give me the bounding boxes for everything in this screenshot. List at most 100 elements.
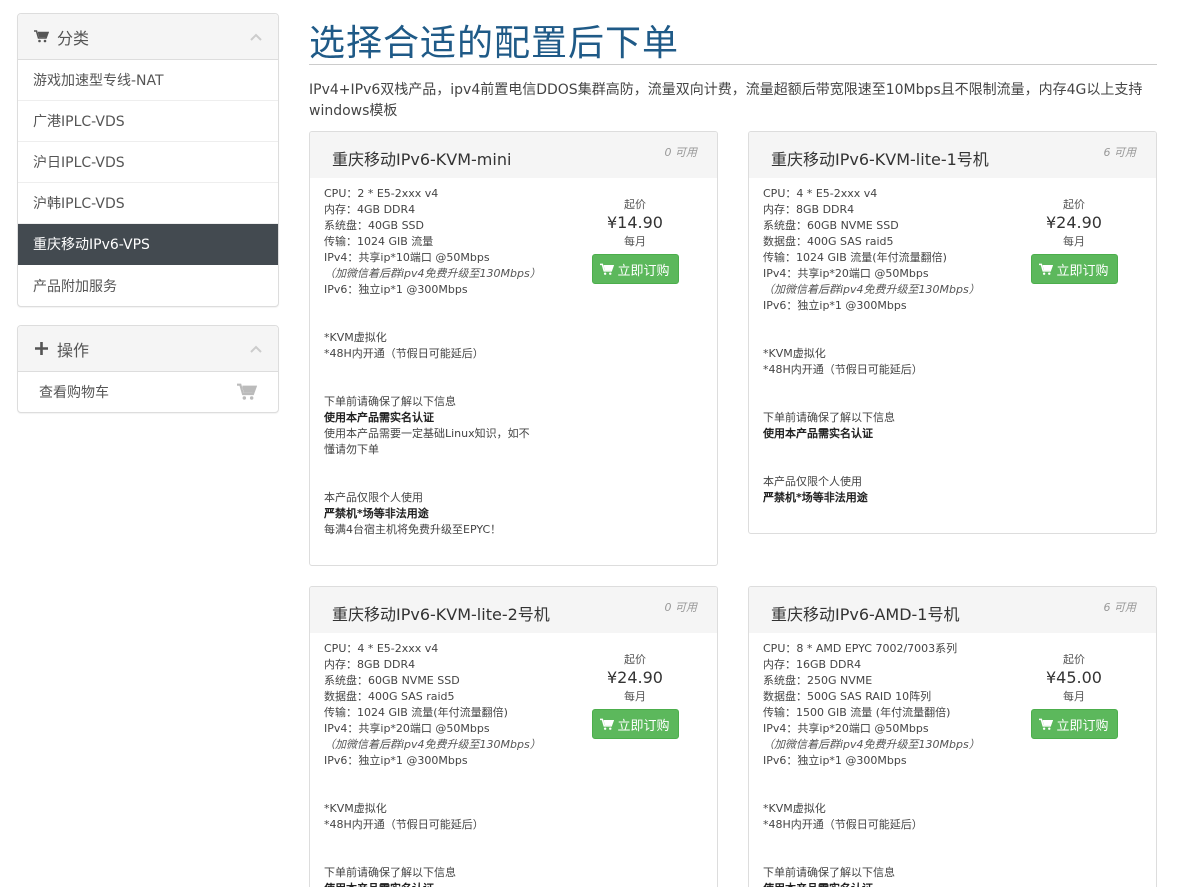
product-description: CPU：4 * E5-2xxx v4 内存：8GB DDR4 系统盘：60GB NV… <box>763 186 1003 506</box>
sidebar-item[interactable]: 广港IPLC-VDS <box>18 101 278 142</box>
spec-line: 使用本产品需要一定基础Linux知识，如不 <box>324 427 530 440</box>
spec-line: 内存：16GB DDR4 <box>763 658 862 671</box>
view-cart-link[interactable]: 查看购物车 <box>18 372 278 412</box>
spec-line: 使用本产品需实名认证 <box>763 881 1003 887</box>
spec-line: *KVM虚拟化 <box>324 331 387 344</box>
categories-panel-heading[interactable]: 分类 <box>18 14 278 60</box>
sidebar-item[interactable]: 重庆移动IPv6-VPS <box>18 224 278 265</box>
billing-cycle: 每月 <box>624 235 646 248</box>
spec-line: IPv4：共享ip*20端口 @50Mbps <box>763 722 929 735</box>
price-box: 起价 ¥14.90 每月 立即订购 <box>591 198 679 284</box>
spec-line: （加微信着后群ipv4免费升级至130Mbps） <box>324 738 541 751</box>
spec-line: 内存：8GB DDR4 <box>324 658 416 671</box>
product-name: 重庆移动IPv6-KVM-lite-2号机 <box>332 605 550 624</box>
product-name: 重庆移动IPv6-KVM-mini <box>332 150 512 169</box>
actions-panel: 操作 查看购物车 <box>17 325 279 413</box>
order-now-label: 立即订购 <box>617 718 670 734</box>
product-body: CPU：4 * E5-2xxx v4 内存：8GB DDR4 系统盘：60GB NV… <box>749 178 1156 520</box>
price-value: ¥24.90 <box>1046 213 1102 232</box>
product-header: 重庆移动IPv6-AMD-1号机 6 可用 <box>749 587 1156 633</box>
category-list: 游戏加速型专线-NAT 广港IPLC-VDS 沪日IPLC-VDS 沪韩IPLC-VD… <box>18 60 278 306</box>
spec-line: CPU：8 * AMD EPYC 7002/7003系列 <box>763 642 958 655</box>
spec-line: *KVM虚拟化 <box>763 347 826 360</box>
categories-title: 分类 <box>57 28 90 48</box>
spec-line: 本产品仅限个人使用 <box>763 475 862 488</box>
product-name: 重庆移动IPv6-AMD-1号机 <box>771 605 960 624</box>
spec-line: 传输：1024 GIB 流量(年付流量翻倍) <box>324 706 508 719</box>
cart-icon <box>1039 263 1054 276</box>
price-from-label: 起价 <box>624 653 646 666</box>
price-from-label: 起价 <box>624 198 646 211</box>
chevron-up-icon[interactable] <box>249 342 263 356</box>
sidebar-item[interactable]: 沪韩IPLC-VDS <box>18 183 278 224</box>
price-from-label: 起价 <box>1063 653 1085 666</box>
product-description: CPU：4 * E5-2xxx v4 内存：8GB DDR4 系统盘：60GB NV… <box>324 641 564 887</box>
order-now-button[interactable]: 立即订购 <box>591 709 679 739</box>
chevron-up-icon[interactable] <box>249 30 263 44</box>
product-description: CPU：8 * AMD EPYC 7002/7003系列 内存：16GB DDR4… <box>763 641 1003 887</box>
sidebar-item[interactable]: 产品附加服务 <box>18 265 278 306</box>
spec-line: IPv6：独立ip*1 @300Mbps <box>763 299 907 312</box>
spec-line: 下单前请确保了解以下信息 <box>763 411 895 424</box>
price-box: 起价 ¥24.90 每月立即订购 <box>591 653 679 739</box>
order-now-button[interactable]: 立即订购 <box>591 254 679 284</box>
price-from-label: 起价 <box>1063 198 1085 211</box>
spec-line: （加微信着后群ipv4免费升级至130Mbps） <box>324 267 541 280</box>
spec-line: 本产品仅限个人使用 <box>324 491 423 504</box>
order-now-label: 立即订购 <box>1056 718 1109 734</box>
plus-icon <box>33 341 49 357</box>
spec-line: IPv4：共享ip*20端口 @50Mbps <box>324 722 490 735</box>
billing-cycle: 每月 <box>1063 690 1085 703</box>
spec-line: 传输：1024 GIB 流量(年付流量翻倍) <box>763 251 947 264</box>
spec-line: IPv4：共享ip*20端口 @50Mbps <box>763 267 929 280</box>
product-header: 重庆移动IPv6-KVM-lite-2号机 0 可用 <box>310 587 717 633</box>
actions-panel-heading[interactable]: 操作 <box>18 326 278 372</box>
actions-title: 操作 <box>57 340 90 360</box>
spec-line: 系统盘：250G NVME <box>763 674 873 687</box>
spec-line: 下单前请确保了解以下信息 <box>763 866 895 879</box>
order-now-button[interactable]: 立即订购 <box>1030 254 1118 284</box>
product-body: CPU：2 * E5-2xxx v4 内存：4GB DDR4 系统盘：40GB SS… <box>310 178 717 552</box>
billing-cycle: 每月 <box>1063 235 1085 248</box>
price-value: ¥24.90 <box>607 668 663 687</box>
order-now-label: 立即订购 <box>617 263 670 279</box>
spec-line: 下单前请确保了解以下信息 <box>324 866 456 879</box>
cart-icon <box>600 263 615 276</box>
spec-line: 使用本产品需实名认证 <box>763 427 873 440</box>
spec-line: 传输：1500 GIB 流量 (年付流量翻倍) <box>763 706 951 719</box>
view-cart-label: 查看购物车 <box>39 385 109 401</box>
spec-line: 使用本产品需实名认证 <box>324 411 434 424</box>
spec-line: IPv6：独立ip*1 @300Mbps <box>324 283 468 296</box>
spec-line: 内存：8GB DDR4 <box>763 203 855 216</box>
spec-line: 传输：1024 GIB 流量 <box>324 235 434 248</box>
product-description: CPU：2 * E5-2xxx v4 内存：4GB DDR4 系统盘：40GB SS… <box>324 186 564 538</box>
spec-line: *48H内开通（节假日可能延后） <box>324 347 484 360</box>
billing-cycle: 每月 <box>624 690 646 703</box>
product-availability: 6 可用 <box>1103 601 1137 614</box>
sidebar-item[interactable]: 游戏加速型专线-NAT <box>18 60 278 101</box>
sidebar-item[interactable]: 沪日IPLC-VDS <box>18 142 278 183</box>
product-availability: 0 可用 <box>664 601 698 614</box>
spec-line: CPU：4 * E5-2xxx v4 <box>763 187 878 200</box>
product-card: 重庆移动IPv6-KVM-lite-1号机 6 可用 CPU：4 * E5-2xxx… <box>748 131 1157 534</box>
spec-line: *48H内开通（节假日可能延后） <box>763 818 923 831</box>
product-header: 重庆移动IPv6-KVM-lite-1号机 6 可用 <box>749 132 1156 178</box>
product-availability: 6 可用 <box>1103 146 1137 159</box>
product-body: CPU：8 * AMD EPYC 7002/7003系列 内存：16GB DDR4… <box>749 633 1156 887</box>
spec-line: 内存：4GB DDR4 <box>324 203 416 216</box>
product-card: 重庆移动IPv6-KVM-mini 0 可用 CPU：2 * E5-2xxx v4 内… <box>309 131 718 566</box>
spec-line: 系统盘：40GB SSD <box>324 219 424 232</box>
order-now-button[interactable]: 立即订购 <box>1030 709 1118 739</box>
spec-line: 每满4台宿主机将免费升级至EPYC！ <box>324 523 502 536</box>
spec-line: 严禁机*场等非法用途 <box>324 507 429 520</box>
categories-panel: 分类 游戏加速型专线-NAT 广港IPLC-VDS 沪日IPLC-VDS 沪韩IPLC… <box>17 13 279 307</box>
